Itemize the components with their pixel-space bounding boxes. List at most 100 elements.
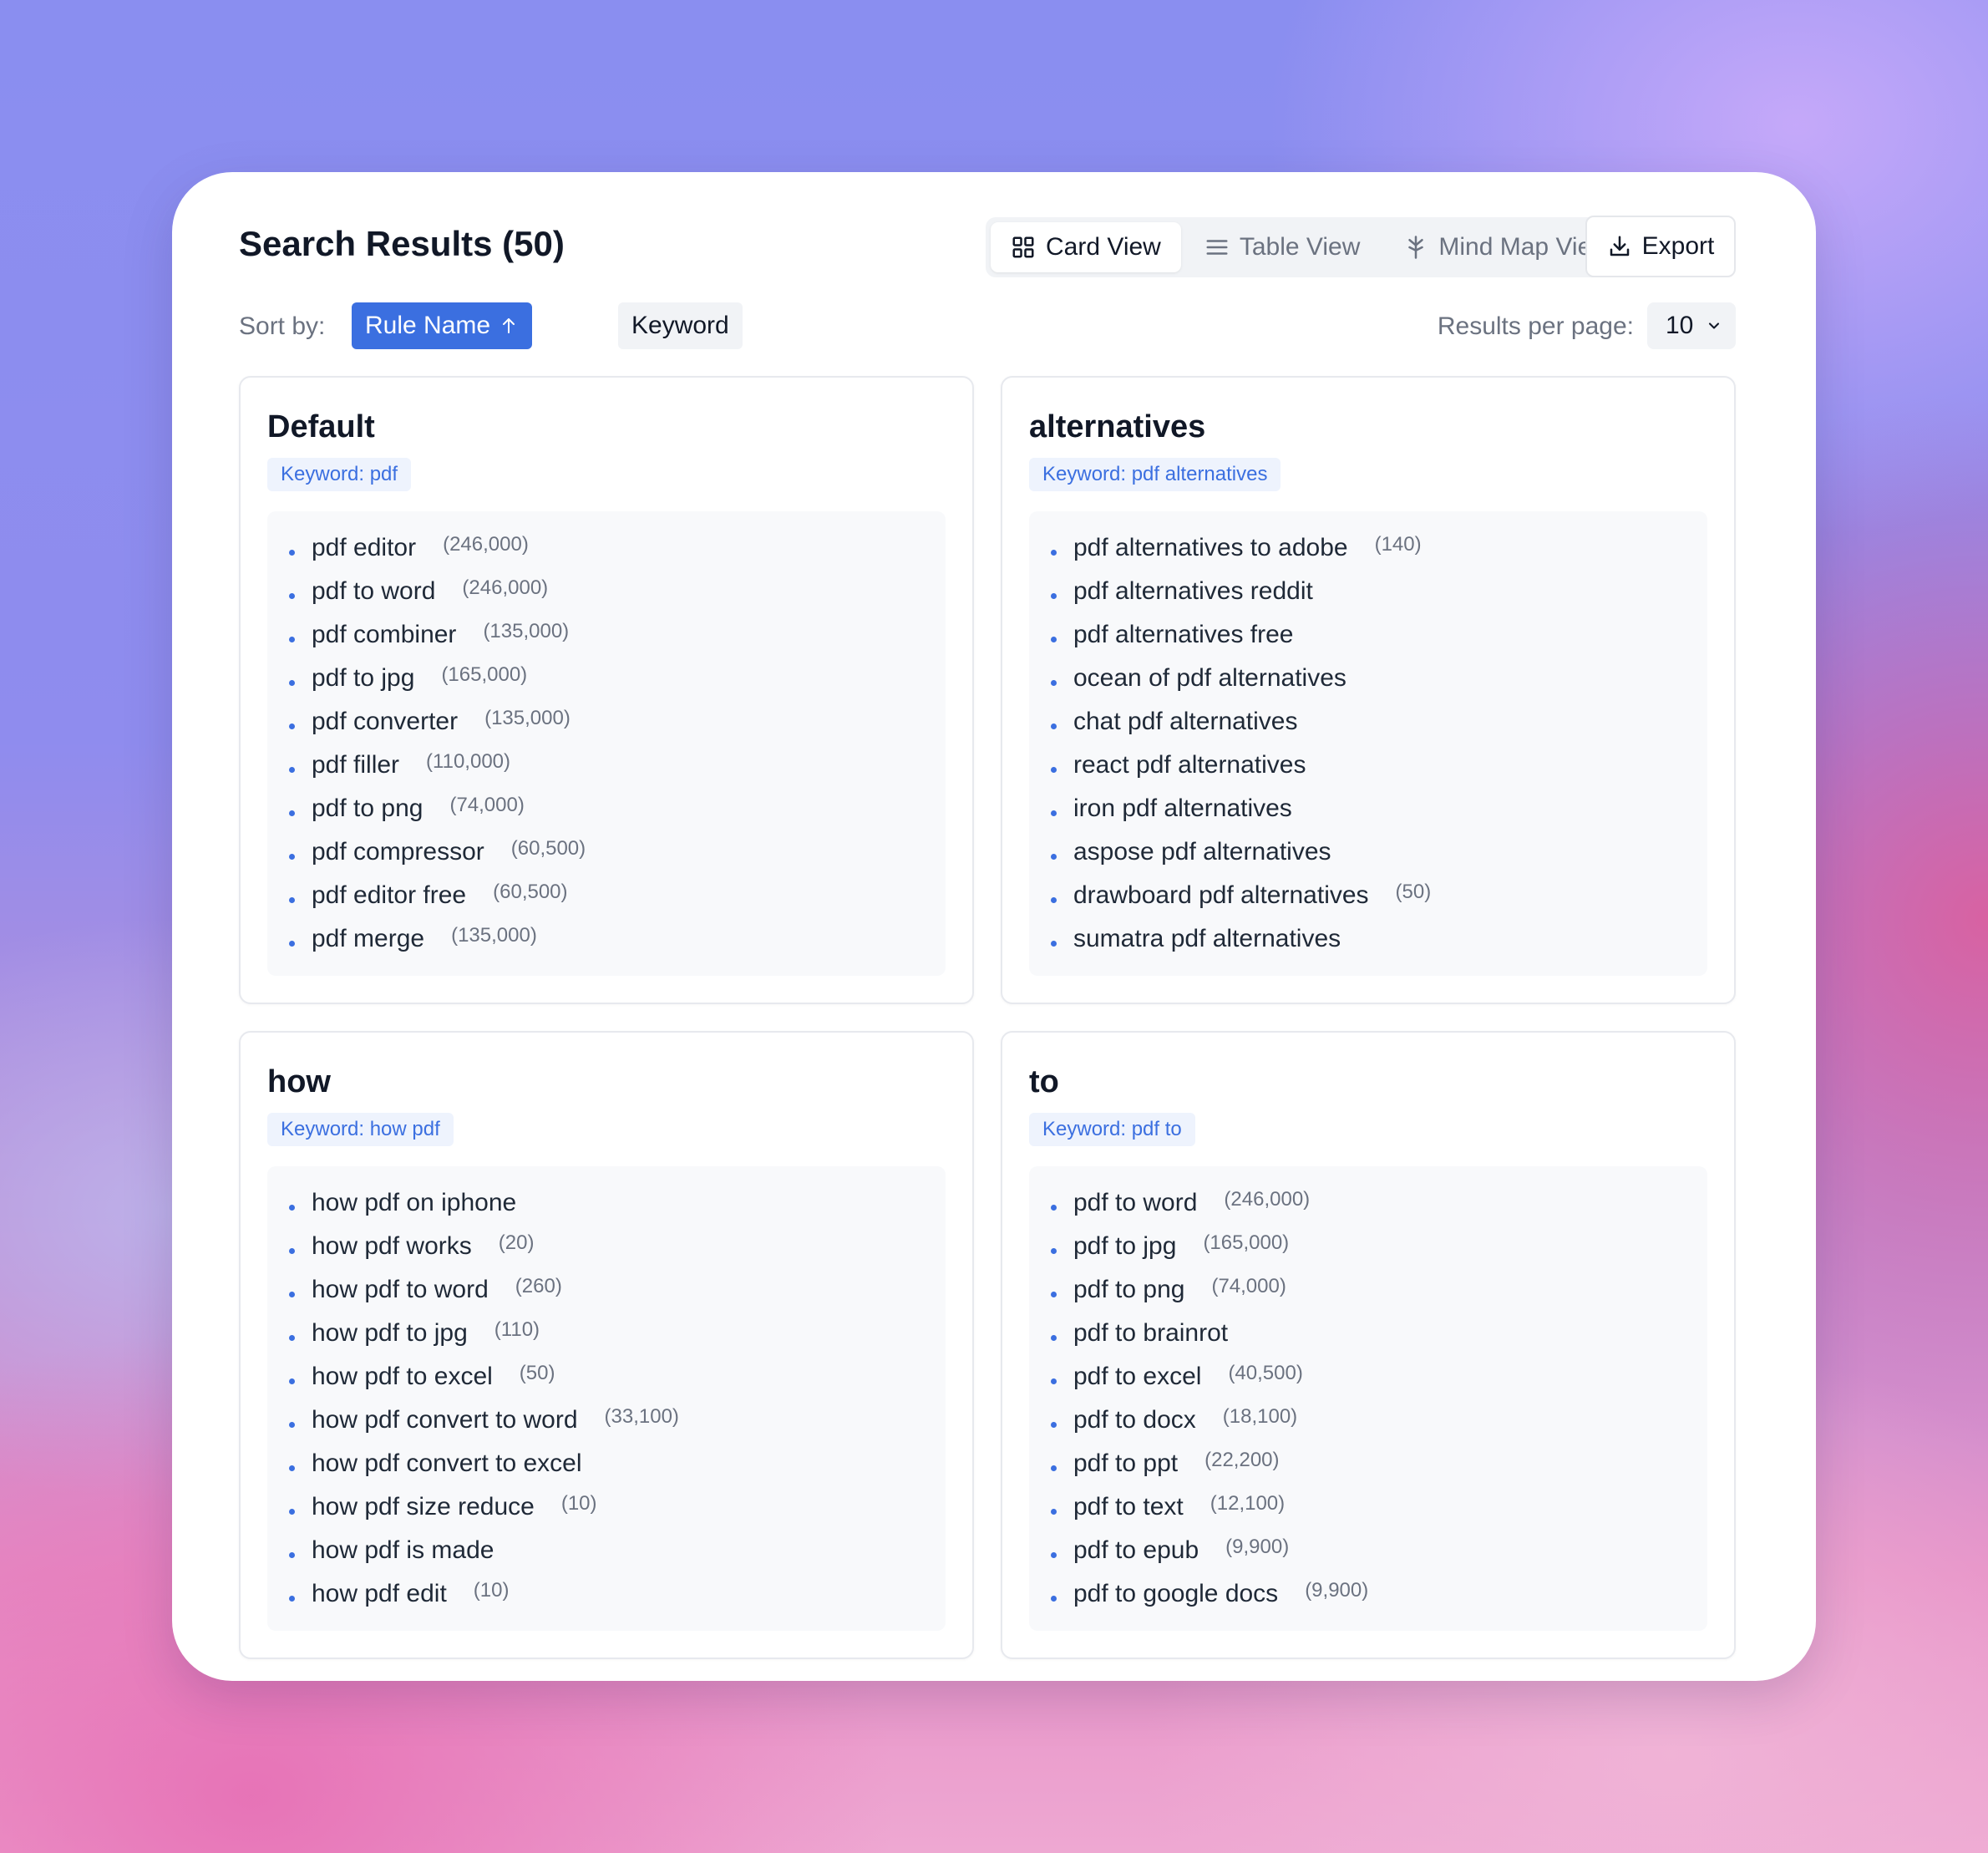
keyword-item[interactable]: how pdf on iphone (289, 1185, 946, 1228)
search-volume: (20) (498, 1231, 535, 1254)
keyword-item[interactable]: how pdf edit (10) (289, 1576, 946, 1619)
sort-rule-name-button[interactable]: Rule Name (352, 302, 533, 349)
keyword-text: ocean of pdf alternatives (1073, 664, 1346, 692)
bullet-icon (1051, 1596, 1057, 1602)
keyword-item[interactable]: how pdf to excel (50) (289, 1358, 946, 1402)
keyword-item[interactable]: how pdf convert to excel (289, 1445, 946, 1489)
card-title: alternatives (1029, 409, 1206, 444)
results-header: Search Results (50) Card View Table View (239, 216, 1736, 277)
keyword-item[interactable]: ocean of pdf alternatives (1051, 660, 1707, 703)
search-volume: (135,000) (484, 707, 571, 729)
keyword-item[interactable]: pdf to png (74,000) (289, 790, 946, 834)
keyword-item[interactable]: pdf merge (135,000) (289, 921, 946, 964)
search-volume: (165,000) (441, 663, 528, 686)
search-volume: (74,000) (1211, 1275, 1286, 1297)
card-title: to (1029, 1064, 1059, 1099)
search-volume: (110,000) (426, 750, 511, 773)
search-volume: (33,100) (604, 1405, 679, 1428)
keyword-item[interactable]: pdf to jpg (165,000) (1051, 1228, 1707, 1272)
bullet-icon (289, 1205, 295, 1211)
table-view-button[interactable]: Table View (1184, 222, 1381, 272)
keyword-item[interactable]: pdf to epub (9,900) (1051, 1532, 1707, 1576)
keyword-text: drawboard pdf alternatives (1073, 881, 1369, 909)
keyword-text: pdf editor free (312, 881, 467, 909)
keyword-text: pdf to png (312, 795, 423, 822)
card-title: how (267, 1064, 331, 1099)
bullet-icon (289, 767, 295, 773)
search-volume: (165,000) (1203, 1231, 1290, 1254)
keyword-item[interactable]: pdf converter (135,000) (289, 703, 946, 747)
keyword-text: how pdf on iphone (312, 1189, 517, 1216)
search-volume: (50) (519, 1362, 555, 1384)
keyword-item[interactable]: aspose pdf alternatives (1051, 834, 1707, 877)
bullet-icon (289, 1422, 295, 1428)
keyword-item[interactable]: how pdf size reduce (10) (289, 1489, 946, 1532)
keyword-text: chat pdf alternatives (1073, 708, 1298, 735)
keyword-text: how pdf convert to word (312, 1406, 578, 1434)
bullet-icon (1051, 767, 1057, 773)
rule-card-to: to Keyword: pdf to pdf to word (246,000) p… (1001, 1031, 1736, 1659)
list-icon (1206, 240, 1228, 255)
keyword-item[interactable]: pdf filler (110,000) (289, 747, 946, 790)
keyword-text: pdf to png (1073, 1276, 1185, 1303)
bullet-icon (1051, 1465, 1057, 1471)
sort-keyword-button[interactable]: Keyword (618, 302, 743, 349)
keyword-text: pdf to docx (1073, 1406, 1196, 1434)
bullet-icon (289, 680, 295, 686)
keyword-text: how pdf to jpg (312, 1319, 468, 1347)
keyword-text: how pdf to word (312, 1276, 489, 1303)
export-button[interactable]: Export (1585, 216, 1736, 277)
keyword-item[interactable]: pdf to png (74,000) (1051, 1272, 1707, 1315)
keyword-item[interactable]: pdf to word (246,000) (1051, 1185, 1707, 1228)
keyword-item[interactable]: pdf to google docs (9,900) (1051, 1576, 1707, 1619)
keyword-item[interactable]: pdf alternatives reddit (1051, 573, 1707, 617)
bullet-icon (1051, 941, 1057, 947)
keyword-item[interactable]: how pdf to word (260) (289, 1272, 946, 1315)
keyword-item[interactable]: pdf alternatives to adobe (140) (1051, 530, 1707, 573)
search-volume: (246,000) (462, 576, 549, 599)
keyword-item[interactable]: pdf to text (12,100) (1051, 1489, 1707, 1532)
bullet-icon (1051, 637, 1057, 642)
keyword-item[interactable]: pdf combiner (135,000) (289, 617, 946, 660)
bullet-icon (289, 1292, 295, 1297)
keyword-item[interactable]: how pdf is made (289, 1532, 946, 1576)
search-volume: (260) (515, 1275, 562, 1297)
keyword-item[interactable]: pdf to brainrot (1051, 1315, 1707, 1358)
results-per-page-value: 10 (1666, 312, 1694, 339)
search-volume: (9,900) (1305, 1579, 1369, 1602)
keyword-text: pdf filler (312, 751, 400, 779)
keyword-item[interactable]: pdf alternatives free (1051, 617, 1707, 660)
keyword-item[interactable]: react pdf alternatives (1051, 747, 1707, 790)
keyword-item[interactable]: pdf to word (246,000) (289, 573, 946, 617)
keyword-list: pdf to word (246,000) pdf to jpg (165,000) p… (1029, 1166, 1707, 1631)
keyword-text: iron pdf alternatives (1073, 795, 1292, 822)
search-volume: (135,000) (483, 620, 570, 642)
bullet-icon (289, 1248, 295, 1254)
keyword-item[interactable]: how pdf convert to word (33,100) (289, 1402, 946, 1445)
keyword-text: pdf converter (312, 708, 459, 735)
keyword-item[interactable]: how pdf works (20) (289, 1228, 946, 1272)
chevron-down-icon (1708, 322, 1720, 329)
keyword-item[interactable]: pdf to ppt (22,200) (1051, 1445, 1707, 1489)
keyword-item[interactable]: pdf to excel (40,500) (1051, 1358, 1707, 1402)
keyword-item[interactable]: pdf to jpg (165,000) (289, 660, 946, 703)
keyword-item[interactable]: sumatra pdf alternatives (1051, 921, 1707, 964)
results-per-page-select[interactable]: 10 (1647, 302, 1736, 349)
keyword-text: pdf to google docs (1073, 1580, 1279, 1607)
search-volume: (22,200) (1204, 1449, 1280, 1471)
keyword-item[interactable]: pdf compressor (60,500) (289, 834, 946, 877)
keyword-text: how pdf to excel (312, 1363, 493, 1390)
keyword-item[interactable]: pdf editor (246,000) (289, 530, 946, 573)
card-view-button[interactable]: Card View (991, 222, 1181, 272)
keyword-item[interactable]: how pdf to jpg (110) (289, 1315, 946, 1358)
keyword-item[interactable]: iron pdf alternatives (1051, 790, 1707, 834)
keyword-text: pdf to jpg (312, 664, 415, 692)
search-volume: (40,500) (1228, 1362, 1303, 1384)
keyword-item[interactable]: pdf editor free (60,500) (289, 877, 946, 921)
search-volume: (9,900) (1225, 1536, 1290, 1558)
keyword-list: how pdf on iphone how pdf works (20) how pd… (267, 1166, 946, 1631)
keyword-item[interactable]: chat pdf alternatives (1051, 703, 1707, 747)
keyword-item[interactable]: drawboard pdf alternatives (50) (1051, 877, 1707, 921)
bullet-icon (289, 1465, 295, 1471)
keyword-item[interactable]: pdf to docx (18,100) (1051, 1402, 1707, 1445)
